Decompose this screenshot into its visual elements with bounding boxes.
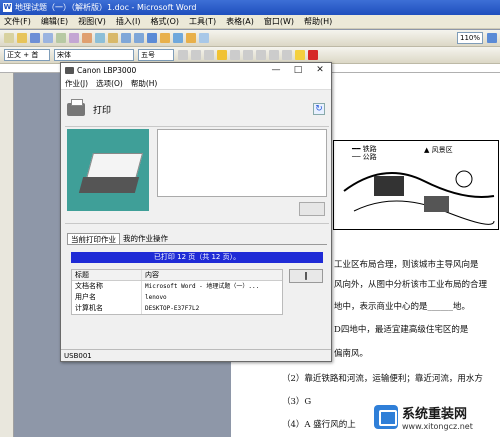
doc-line-6: （2）靠近铁路和河流，运输便利；靠近河流，用水方 <box>282 374 483 384</box>
doc-line-4: D四地中，最适宜建高级住宅区的是 <box>334 325 469 335</box>
printer-illustration <box>67 129 149 211</box>
bold-icon[interactable] <box>178 50 188 60</box>
hyperlink-icon[interactable] <box>147 33 157 43</box>
job-info-table: 标题 内容 文档名称 Microsoft Word - 地理试题（一）... 用… <box>71 269 283 315</box>
doc-line-7: （3）G <box>282 397 312 407</box>
cut-icon[interactable] <box>82 33 92 43</box>
divider <box>65 126 329 127</box>
menu-help[interactable]: 帮助(H) <box>304 16 332 27</box>
zoom-combo[interactable]: 110% <box>456 32 483 44</box>
align-left-icon[interactable] <box>217 50 227 60</box>
align-center-icon[interactable] <box>230 50 240 60</box>
highlight-icon[interactable] <box>295 50 305 60</box>
col-content: 内容 <box>145 270 159 279</box>
refresh-icon[interactable]: ↻ <box>313 103 325 115</box>
dialog-title: Canon LBP3000 <box>77 65 137 75</box>
dialog-tabs: 当前打印作业 我的作业操作 <box>67 233 327 245</box>
col-title: 标题 <box>72 270 142 280</box>
help-icon[interactable] <box>487 33 497 43</box>
tables-icon[interactable] <box>160 33 170 43</box>
font-combo[interactable]: 宋体 <box>54 49 134 61</box>
word-title-bar: W 地理试题（一）（解析版）1.doc - Microsoft Word <box>0 0 500 15</box>
printer-icon <box>67 98 85 116</box>
menu-edit[interactable]: 编辑(E) <box>41 16 68 27</box>
doc-line-8: （4）A 盛行风的上 <box>282 420 356 430</box>
menu-options[interactable]: 选项(O) <box>96 78 123 89</box>
menu-view[interactable]: 视图(V) <box>78 16 106 27</box>
redo-icon[interactable] <box>134 33 144 43</box>
dialog-title-bar: Canon LBP3000 — □ ✕ <box>61 63 331 77</box>
menu-file[interactable]: 文件(F) <box>4 16 31 27</box>
word-title: 地理试题（一）（解析版）1.doc - Microsoft Word <box>15 3 197 12</box>
printer-small-icon <box>65 66 74 74</box>
dialog-header: 打印 ↻ <box>65 93 329 125</box>
pause-button[interactable]: ∥ <box>289 269 323 283</box>
doc-line-2: 风向外，从图中分析该市工业布局的合理 <box>334 280 488 290</box>
printer-dialog: Canon LBP3000 — □ ✕ 作业(J) 选项(O) 帮助(H) 打印… <box>60 62 332 362</box>
port-status: USB001 <box>61 349 331 361</box>
numbering-icon[interactable] <box>269 50 279 60</box>
preview-icon[interactable] <box>56 33 66 43</box>
menu-tools[interactable]: 工具(T) <box>189 16 216 27</box>
bullets-icon[interactable] <box>282 50 292 60</box>
menu-job[interactable]: 作业(J) <box>65 78 88 89</box>
save-icon[interactable] <box>30 33 40 43</box>
site-watermark: 系统重装网 www.xitongcz.net <box>374 403 494 431</box>
table-row: 文档名称 Microsoft Word - 地理试题（一）... <box>72 281 282 292</box>
maximize-button[interactable]: □ <box>287 65 309 75</box>
font-color-icon[interactable] <box>308 50 318 60</box>
map-drawing <box>343 170 495 225</box>
undo-icon[interactable] <box>121 33 131 43</box>
menu-window[interactable]: 窗口(W) <box>264 16 294 27</box>
style-combo[interactable]: 正文 + 首 <box>4 49 50 61</box>
tab-my-jobs[interactable]: 我的作业操作 <box>120 233 171 244</box>
size-combo[interactable]: 五号 <box>138 49 174 61</box>
word-app-icon: W <box>3 3 12 12</box>
print-progress-bar: 已打印 12 页（共 12 页）。 <box>71 252 323 263</box>
open-icon[interactable] <box>17 33 27 43</box>
menu-format[interactable]: 格式(O) <box>150 16 179 27</box>
menu-table[interactable]: 表格(A) <box>226 16 254 27</box>
table-row: 用户名 lenovo <box>72 292 282 303</box>
table-header-row: 标题 内容 <box>72 270 282 281</box>
drawing-icon[interactable] <box>186 33 196 43</box>
menu-insert[interactable]: 插入(I) <box>116 16 141 27</box>
divider <box>65 223 329 224</box>
minimize-button[interactable]: — <box>265 65 287 75</box>
watermark-logo-icon <box>374 405 398 429</box>
status-message-box <box>157 129 327 197</box>
columns-icon[interactable] <box>173 33 183 43</box>
print-icon[interactable] <box>43 33 53 43</box>
dialog-menu-bar: 作业(J) 选项(O) 帮助(H) <box>61 77 331 90</box>
doc-line-3: 地中，表示商业中心的是______地。 <box>334 302 471 312</box>
watermark-title: 系统重装网 <box>402 407 468 422</box>
status-action-button[interactable] <box>299 202 325 216</box>
dialog-heading: 打印 <box>93 105 112 116</box>
new-doc-icon[interactable] <box>4 33 14 43</box>
underline-icon[interactable] <box>204 50 214 60</box>
paste-icon[interactable] <box>108 33 118 43</box>
table-row: 计算机名 DESKTOP-E37F7L2 <box>72 303 282 314</box>
watermark-url: www.xitongcz.net <box>402 422 473 431</box>
tab-current-jobs[interactable]: 当前打印作业 <box>67 233 120 244</box>
doc-line-1: 工业区布局合理，则该城市主导风向是 <box>334 260 479 270</box>
align-right-icon[interactable] <box>243 50 253 60</box>
menu-dialog-help[interactable]: 帮助(H) <box>131 78 158 89</box>
close-button[interactable]: ✕ <box>309 65 331 75</box>
map-figure: ━━ 铁路 ── 公路 ▲ 风景区 <box>333 140 499 230</box>
copy-icon[interactable] <box>95 33 105 43</box>
spelling-icon[interactable] <box>69 33 79 43</box>
word-menu-bar: 文件(F) 编辑(E) 视图(V) 插入(I) 格式(O) 工具(T) 表格(A… <box>0 15 500 29</box>
italic-icon[interactable] <box>191 50 201 60</box>
vertical-ruler[interactable] <box>0 73 14 437</box>
doc-line-5: 偏南风。 <box>334 349 369 359</box>
docmap-icon[interactable] <box>199 33 209 43</box>
justify-icon[interactable] <box>256 50 266 60</box>
standard-toolbar: 110% <box>0 30 500 47</box>
